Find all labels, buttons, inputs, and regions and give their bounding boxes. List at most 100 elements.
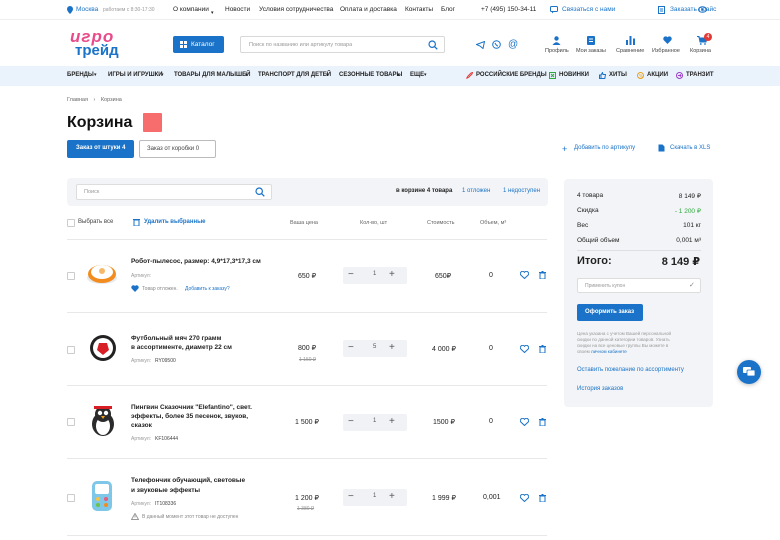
nav-kids-transport[interactable]: Транспорт для детей	[258, 72, 331, 78]
row-checkbox[interactable]	[67, 346, 75, 354]
nav-seasonal[interactable]: Сезонные товары	[339, 72, 402, 78]
nav-baby-goods[interactable]: Товары для малышей	[174, 72, 250, 78]
order-price-link[interactable]: Заказать прайс	[670, 6, 716, 13]
logo[interactable]: игро трейд	[67, 27, 135, 60]
telegram-icon[interactable]	[475, 40, 486, 51]
filter-unavailable[interactable]: 1 недоступен	[503, 188, 540, 194]
product-name[interactable]: Пингвин Сказочник "Elefantino", свет.	[131, 404, 252, 411]
nav-link-news[interactable]: Новости	[225, 6, 250, 13]
row-checkbox[interactable]	[67, 272, 75, 280]
nav-russian-brands[interactable]: Российские бренды	[476, 72, 547, 78]
tab-order-by-box[interactable]: Заказ от коробки 0	[139, 140, 216, 158]
whatsapp-icon[interactable]	[492, 40, 501, 51]
row-checkbox[interactable]	[67, 418, 75, 426]
search-input[interactable]: Поиск по названию или артикулу товара	[240, 36, 445, 53]
order-history-link[interactable]: История заказов	[577, 386, 623, 392]
work-hours: работаем с 8:30-17:30	[103, 7, 155, 13]
assortment-wish-link[interactable]: Оставить пожелание по ассортименту	[577, 367, 684, 373]
search-icon[interactable]	[428, 40, 438, 52]
row-volume: 0	[489, 345, 493, 352]
nav-link-contacts[interactable]: Контакты	[405, 6, 433, 13]
personal-account-link[interactable]: личном кабинете	[591, 349, 627, 354]
favorite-heart-icon[interactable]	[519, 417, 530, 428]
qty-value[interactable]: 1	[373, 418, 376, 424]
coupon-input[interactable]: Применить купон ✓	[577, 278, 701, 293]
qty-increase-button[interactable]: +	[389, 491, 395, 502]
favorites-button[interactable]: Избранное	[652, 34, 684, 60]
tab-order-by-piece[interactable]: Заказ от штуки 4	[67, 140, 134, 158]
transit-icon	[676, 72, 683, 81]
product-image-penguin[interactable]	[88, 404, 118, 438]
check-icon[interactable]: ✓	[689, 281, 695, 289]
nav-transit[interactable]: Транзит	[686, 72, 714, 78]
favorite-heart-icon[interactable]	[519, 493, 530, 504]
delete-trash-icon[interactable]	[539, 418, 546, 428]
summary-items-row: 4 товара 8 149 ₽	[577, 192, 701, 200]
product-name[interactable]: Телефончик обучающий, световые	[131, 477, 245, 484]
email-icon[interactable]: @	[508, 39, 518, 50]
checkout-button[interactable]: Оформить заказ	[577, 304, 643, 321]
floating-chat-button[interactable]	[737, 360, 761, 384]
city-selector[interactable]: Москва	[76, 6, 98, 13]
qty-decrease-button[interactable]: −	[348, 269, 354, 280]
nav-link-payment[interactable]: Оплата и доставка	[340, 6, 397, 13]
qty-value[interactable]: 5	[373, 344, 376, 350]
qty-increase-button[interactable]: +	[389, 342, 395, 353]
col-header-cost: Стоимость	[427, 220, 455, 226]
table-row: Телефончик обучающий, световые и звуковы…	[0, 459, 560, 534]
product-image-robot-vacuum[interactable]	[83, 258, 121, 288]
contact-us-link[interactable]: Связаться с нами	[562, 6, 615, 13]
row-cost: 1 999 ₽	[432, 495, 456, 502]
row-checkbox[interactable]	[67, 494, 75, 502]
favorite-heart-icon[interactable]	[519, 270, 530, 281]
chevron-down-icon: ▾	[424, 72, 427, 78]
qty-value[interactable]: 1	[373, 271, 376, 277]
delete-trash-icon[interactable]	[539, 494, 546, 504]
cart-search-input[interactable]: Поиск	[76, 184, 272, 200]
breadcrumb-home[interactable]: Главная	[67, 97, 88, 103]
nav-link-terms[interactable]: Условия сотрудничества	[259, 6, 333, 13]
delete-trash-icon[interactable]	[539, 345, 546, 355]
phone-number[interactable]: +7 (495) 150-34-11	[481, 6, 536, 13]
cart-button[interactable]: 4 Корзина	[690, 33, 714, 60]
add-to-order-link[interactable]: Добавить к заказу?	[185, 286, 230, 292]
catalog-button[interactable]: Каталог	[173, 36, 224, 53]
qty-increase-button[interactable]: +	[389, 416, 395, 427]
eye-icon[interactable]	[698, 6, 707, 15]
nav-sales[interactable]: Акции	[647, 72, 668, 78]
filter-deferred[interactable]: 1 отложен	[462, 188, 490, 194]
search-icon[interactable]	[255, 187, 265, 199]
search-placeholder: Поиск по названию или артикулу товара	[249, 42, 353, 48]
product-image-soccer-ball[interactable]	[89, 333, 117, 363]
delete-selected-link[interactable]: Удалить выбранные	[144, 219, 206, 225]
chat-icon	[743, 367, 756, 379]
filter-in-cart[interactable]: в корзине 4 товара	[396, 188, 452, 194]
download-xls-link[interactable]: Скачать в XLS	[670, 145, 710, 151]
summary-total-value: 8 149 ₽	[661, 256, 700, 268]
nav-more[interactable]: Еще	[410, 72, 424, 78]
profile-button[interactable]: Профиль	[545, 34, 569, 60]
qty-increase-button[interactable]: +	[389, 269, 395, 280]
row-old-price: 1 380 ₽	[297, 506, 315, 512]
product-image-toy-phone[interactable]	[91, 480, 113, 512]
product-name[interactable]: Футбольный мяч 270 грамм	[131, 335, 221, 342]
select-all-checkbox[interactable]	[67, 219, 75, 227]
nav-new[interactable]: Новинки	[559, 72, 589, 78]
my-orders-button[interactable]: Мои заказы	[576, 34, 608, 60]
tab-order-by-piece-label: Заказ от штуки 4	[76, 145, 126, 151]
nav-hits[interactable]: Хиты	[609, 72, 627, 78]
nav-link-about[interactable]: О компании	[173, 6, 209, 13]
delete-trash-icon[interactable]	[539, 271, 546, 281]
nav-games-toys[interactable]: Игры и игрушки	[108, 72, 163, 78]
qty-value[interactable]: 1	[373, 493, 376, 499]
qty-decrease-button[interactable]: −	[348, 416, 354, 427]
product-name[interactable]: Робот-пылесос, размер: 4,9*17,3*17,3 см	[131, 258, 261, 265]
summary-volume-label: Общий объем	[577, 237, 620, 244]
nav-link-blog[interactable]: Блог	[441, 6, 455, 13]
qty-decrease-button[interactable]: −	[348, 491, 354, 502]
add-by-sku-link[interactable]: Добавить по артикулу	[574, 145, 635, 151]
nav-brands[interactable]: Бренды	[67, 72, 94, 78]
compare-button[interactable]: Сравнение	[616, 34, 646, 60]
qty-decrease-button[interactable]: −	[348, 342, 354, 353]
favorite-heart-icon[interactable]	[519, 344, 530, 355]
